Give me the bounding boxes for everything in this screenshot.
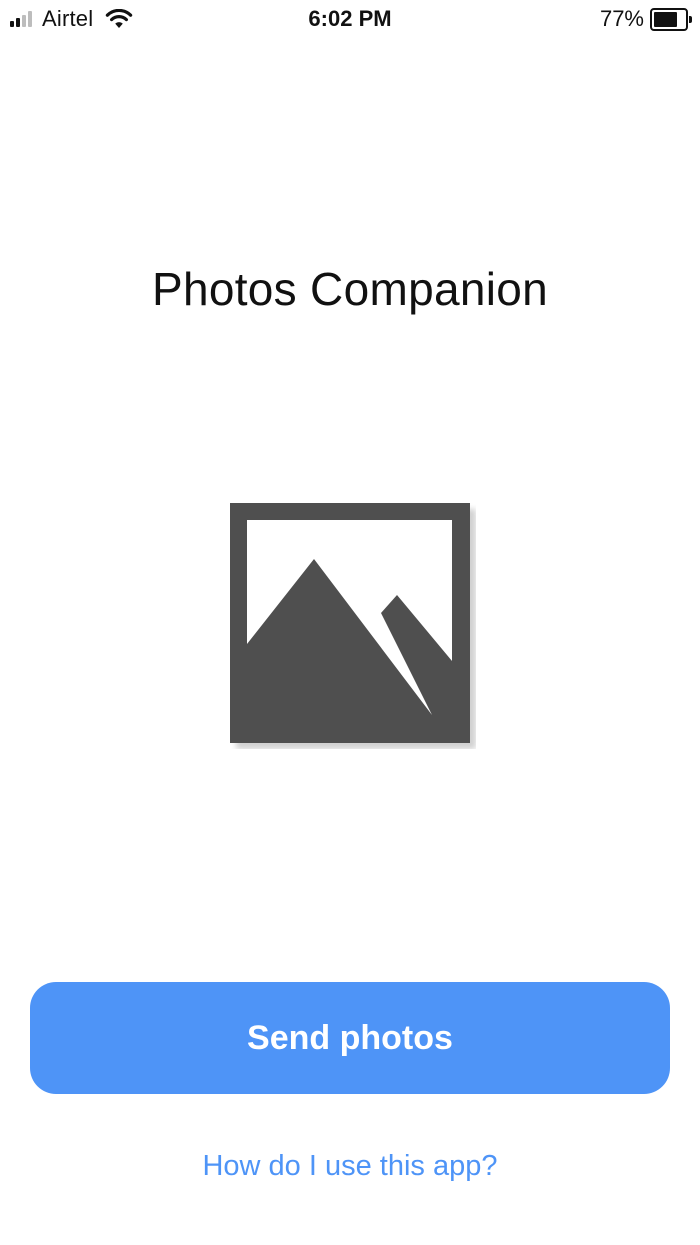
battery-percentage: 77% bbox=[599, 6, 644, 31]
photo-icon bbox=[230, 503, 476, 749]
status-right: 77% bbox=[599, 6, 692, 32]
battery-level-fill bbox=[654, 11, 678, 27]
page-title: Photos Companion bbox=[151, 263, 549, 315]
battery-icon bbox=[650, 7, 692, 31]
status-time: 6:02 PM bbox=[308, 6, 392, 31]
status-bar: Airtel 6:02 PM 77% bbox=[0, 0, 700, 40]
send-photos-button[interactable]: Send photos bbox=[30, 982, 670, 1094]
battery-cap bbox=[689, 15, 692, 23]
help-link[interactable]: How do I use this app? bbox=[0, 1150, 700, 1183]
